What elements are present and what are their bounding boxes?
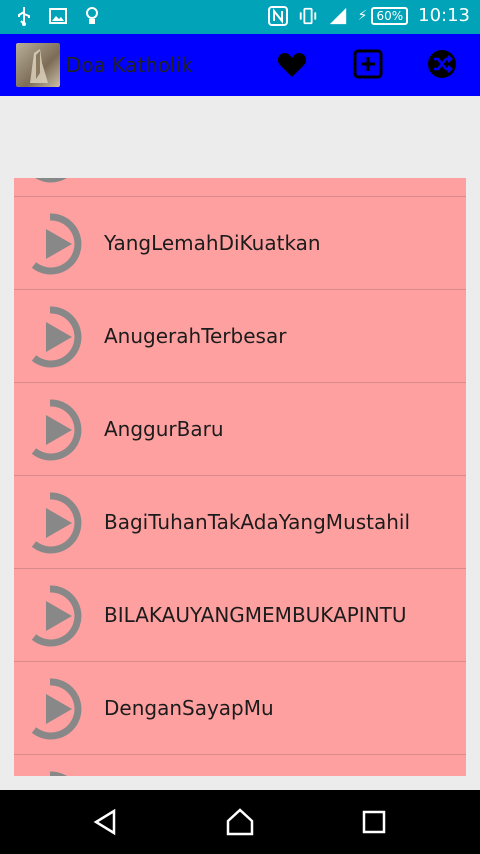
app-logo: [16, 43, 60, 87]
play-icon: [31, 399, 82, 461]
recents-button[interactable]: [356, 804, 392, 840]
list-item[interactable]: AnugerahTerbesar: [14, 289, 466, 382]
list-item[interactable]: YangLemahDiKuatkan: [14, 196, 466, 289]
favorite-button[interactable]: [276, 48, 308, 80]
play-icon: [35, 178, 67, 183]
home-button[interactable]: [222, 804, 258, 840]
nfc-icon: [267, 5, 288, 26]
list-item-partial-bottom[interactable]: [14, 754, 466, 776]
song-list[interactable]: YangLemahDiKuatkan AnugerahTerbesar Angg…: [14, 178, 466, 776]
song-title: BagiTuhanTakAdaYangMustahil: [104, 510, 411, 534]
charging-icon: ⚡: [357, 7, 368, 24]
shuffle-icon: [428, 50, 456, 78]
back-triangle-icon: [93, 808, 116, 836]
clock: 10:13: [418, 5, 470, 26]
song-title: AnggurBaru: [104, 417, 224, 441]
image-icon: [48, 6, 68, 26]
song-title: DenganSayapMu: [104, 696, 274, 720]
song-title: BILAKAUYANGMEMBUKAPINTU: [104, 603, 407, 627]
play-icon: [31, 306, 82, 368]
play-icon: [31, 492, 82, 554]
app-title: Doa Katholik: [66, 53, 193, 77]
battery-indicator: ⚡ 60%: [357, 6, 409, 25]
add-box-icon: [353, 49, 383, 79]
list-item[interactable]: DenganSayapMu: [14, 661, 466, 754]
play-icon: [31, 585, 82, 647]
square-icon: [362, 810, 386, 834]
play-icon: [31, 678, 82, 740]
back-button[interactable]: [88, 804, 124, 840]
battery-level: 60%: [371, 6, 409, 25]
song-title: AnugerahTerbesar: [104, 324, 287, 348]
bulb-icon: [82, 6, 102, 26]
list-item-partial-top[interactable]: [14, 178, 466, 197]
shuffle-button[interactable]: [426, 48, 458, 80]
home-icon: [226, 808, 254, 836]
play-icon: [31, 213, 82, 275]
song-title: YangLemahDiKuatkan: [104, 231, 321, 255]
play-icon: [49, 771, 67, 776]
heart-icon: [277, 53, 307, 77]
list-item[interactable]: AnggurBaru: [14, 382, 466, 475]
app-bar: Doa Katholik: [0, 34, 480, 96]
status-bar: ⚡ 60% 10:13: [0, 0, 480, 34]
navigation-bar: [0, 790, 480, 854]
list-item[interactable]: BagiTuhanTakAdaYangMustahil: [14, 475, 466, 568]
list-item[interactable]: BILAKAUYANGMEMBUKAPINTU: [14, 568, 466, 661]
signal-icon: [328, 6, 348, 26]
usb-icon: [14, 6, 34, 26]
vibrate-icon: [298, 6, 318, 26]
add-button[interactable]: [352, 48, 384, 80]
